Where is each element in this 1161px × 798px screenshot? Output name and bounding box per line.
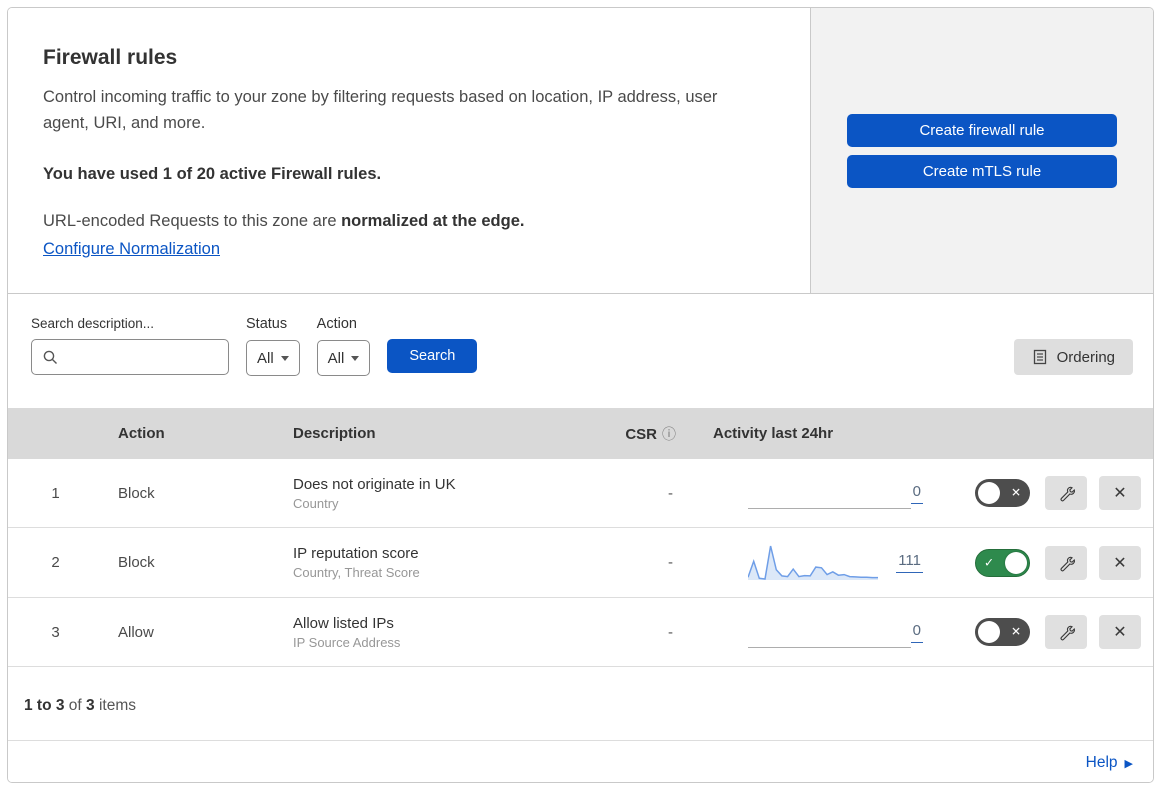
usage-summary: You have used 1 of 20 active Firewall ru… <box>43 164 382 183</box>
delete-rule-button[interactable]: ✕ <box>1099 545 1141 580</box>
search-input[interactable] <box>64 340 224 374</box>
activity-sparkline <box>748 610 911 654</box>
edit-rule-button[interactable] <box>1045 545 1087 580</box>
activity-sparkline <box>748 541 896 585</box>
check-icon: ✓ <box>984 555 995 570</box>
delete-rule-button[interactable]: ✕ <box>1099 615 1141 649</box>
footer-total: 3 <box>86 697 95 714</box>
rule-fields: Country <box>293 495 339 511</box>
wrench-icon <box>1060 486 1075 502</box>
toggle-knob <box>1005 551 1027 574</box>
action-label: Action <box>316 316 357 332</box>
filter-bar: Search description... Status All Action … <box>8 294 1153 408</box>
table-row: 3 Allow Allow listed IPs IP Source Addre… <box>8 598 1153 667</box>
help-row: Help ▶ <box>8 740 1153 782</box>
status-label: Status <box>246 316 288 332</box>
col-csr: CSR ⓘ <box>625 425 676 443</box>
toggle-knob <box>978 621 1000 643</box>
rule-description-cell: Does not originate in UK Country <box>278 476 598 511</box>
close-icon: ✕ <box>1113 624 1127 641</box>
arrow-right-icon: ▶ <box>1124 757 1133 770</box>
action-filter-field: Action All <box>316 316 371 376</box>
rule-csr-value: - <box>668 554 673 571</box>
edit-rule-button[interactable] <box>1045 615 1087 649</box>
rule-description: Does not originate in UK <box>293 475 456 493</box>
activity-count-link[interactable]: 0 <box>910 622 923 643</box>
configure-normalization-link[interactable]: Configure Normalization <box>43 240 220 259</box>
close-icon: ✕ <box>1113 485 1127 502</box>
rule-fields: IP Source Address <box>293 634 401 650</box>
search-button[interactable]: Search <box>387 339 478 373</box>
col-activity: Activity last 24hr <box>713 425 834 442</box>
rule-enable-toggle[interactable]: ✓✕ <box>975 548 1030 577</box>
rule-activity-cell: 0 <box>698 471 948 515</box>
rule-priority: 1 <box>51 484 60 502</box>
footer-of: of <box>64 697 87 714</box>
rule-activity-cell: 0 <box>698 610 948 654</box>
rule-priority: 3 <box>51 623 60 641</box>
help-link[interactable]: Help ▶ <box>1086 754 1133 772</box>
chevron-down-icon <box>351 355 360 361</box>
rule-controls: ✓✕ ✕ <box>948 615 1153 649</box>
action-select-value: All <box>327 349 345 367</box>
search-label: Search description... <box>31 316 155 331</box>
rule-action: Allow <box>118 623 154 641</box>
activity-count-link[interactable]: 0 <box>910 483 923 504</box>
rule-enable-toggle[interactable]: ✓✕ <box>975 479 1030 507</box>
close-icon: ✕ <box>1113 554 1127 572</box>
status-filter-field: Status All <box>246 316 300 376</box>
header-actions-panel: Create firewall rule Create mTLS rule <box>811 8 1153 293</box>
create-firewall-rule-button[interactable]: Create firewall rule <box>847 113 1117 147</box>
page-title: Firewall rules <box>43 46 178 69</box>
chevron-down-icon <box>280 355 289 361</box>
rule-action: Block <box>118 554 155 571</box>
footer-items: items <box>94 697 136 714</box>
footer-range: 1 to 3 <box>24 697 65 714</box>
rule-description-cell: IP reputation score Country, Threat Scor… <box>278 545 598 580</box>
ordering-list-icon <box>1033 349 1046 365</box>
rule-description: IP reputation score <box>293 545 419 562</box>
table-row: 1 Block Does not originate in UK Country… <box>8 459 1153 528</box>
rule-priority: 2 <box>51 554 60 571</box>
table-header: Action Description CSR ⓘ Activity last 24… <box>8 408 1153 459</box>
wrench-icon <box>1060 625 1075 641</box>
col-action: Action <box>118 425 165 442</box>
rule-activity-cell: 111 <box>698 541 948 585</box>
rule-description-cell: Allow listed IPs IP Source Address <box>278 615 598 650</box>
activity-count-link[interactable]: 111 <box>896 552 923 573</box>
activity-sparkline <box>748 471 911 515</box>
rule-fields: Country, Threat Score <box>293 565 420 580</box>
header-info-panel: Firewall rules Control incoming traffic … <box>8 8 811 293</box>
search-input-wrap <box>31 339 229 375</box>
rule-controls: ✓✕ ✕ <box>948 545 1153 580</box>
toggle-knob <box>978 482 1000 504</box>
delete-rule-button[interactable]: ✕ <box>1099 476 1141 510</box>
rule-csr-value: - <box>668 484 673 502</box>
status-select-value: All <box>257 349 274 367</box>
ordering-button-label: Ordering <box>1056 348 1115 366</box>
status-select[interactable]: All <box>246 340 300 376</box>
search-field: Search description... <box>31 316 229 375</box>
table-footer: 1 to 3 of 3 items <box>8 667 1153 740</box>
info-icon[interactable]: ⓘ <box>662 426 676 442</box>
rule-enable-toggle[interactable]: ✓✕ <box>975 618 1030 646</box>
create-mtls-rule-button[interactable]: Create mTLS rule <box>847 154 1117 188</box>
wrench-icon <box>1060 556 1075 571</box>
normalization-note: URL-encoded Requests to this zone are no… <box>43 211 525 230</box>
x-icon: ✕ <box>1010 624 1021 639</box>
rule-description: Allow listed IPs <box>293 614 394 632</box>
search-icon <box>43 350 57 364</box>
x-icon: ✕ <box>1010 485 1021 500</box>
rule-action: Block <box>118 484 155 502</box>
ordering-button[interactable]: Ordering <box>1013 339 1133 375</box>
firewall-rules-page: Firewall rules Control incoming traffic … <box>7 7 1154 783</box>
rule-controls: ✓✕ ✕ <box>948 476 1153 510</box>
page-description: Control incoming traffic to your zone by… <box>43 88 718 133</box>
rule-csr-value: - <box>668 623 673 641</box>
col-description: Description <box>293 425 376 442</box>
edit-rule-button[interactable] <box>1045 476 1087 510</box>
action-select[interactable]: All <box>316 340 371 376</box>
page-header-section: Firewall rules Control incoming traffic … <box>8 8 1153 294</box>
table-row: 2 Block IP reputation score Country, Thr… <box>8 528 1153 598</box>
